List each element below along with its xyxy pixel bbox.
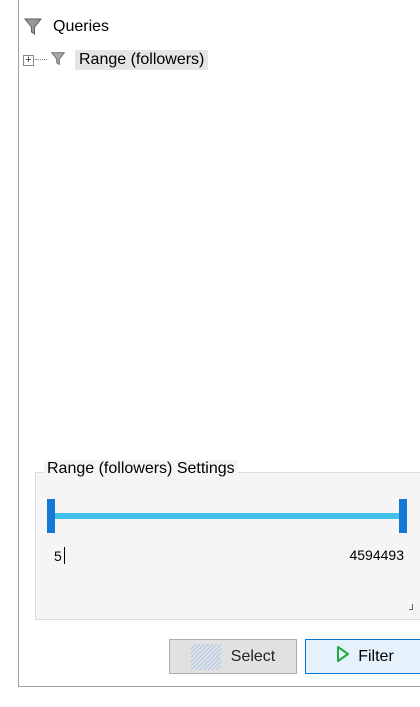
filter-button[interactable]: Filter [305,639,420,674]
range-max-field[interactable]: 4594493 [349,547,404,563]
range-settings-group: Range (followers) Settings 5 4594493 [35,460,420,620]
resize-grip-icon[interactable] [409,604,413,610]
tree-item-label: Range (followers) [75,50,209,70]
tree-root-queries[interactable]: Queries [23,14,113,40]
range-min-field[interactable]: 5 [54,547,65,564]
select-button[interactable]: Select [169,639,297,674]
settings-title: Range (followers) Settings [44,460,238,478]
tree-item-range-followers[interactable]: + Range (followers) [23,47,209,73]
range-slider-track[interactable] [54,513,404,519]
funnel-icon [49,50,69,70]
tree-connector [35,59,47,61]
text-caret [63,547,65,564]
hatch-select-icon [190,643,221,670]
range-slider-max-handle[interactable] [399,499,407,533]
funnel-icon [23,17,43,37]
range-min-value: 5 [54,548,62,564]
filters-panel: Queries + Range (followers) Range (follo… [18,0,420,687]
tree-root-label: Queries [53,18,110,35]
expand-plus-icon[interactable]: + [23,54,34,66]
play-icon [336,645,350,668]
range-slider-min-handle[interactable] [47,499,55,533]
filter-button-label: Filter [358,647,394,665]
select-button-label: Select [230,647,276,665]
queries-tree: Queries + Range (followers) [19,0,420,450]
